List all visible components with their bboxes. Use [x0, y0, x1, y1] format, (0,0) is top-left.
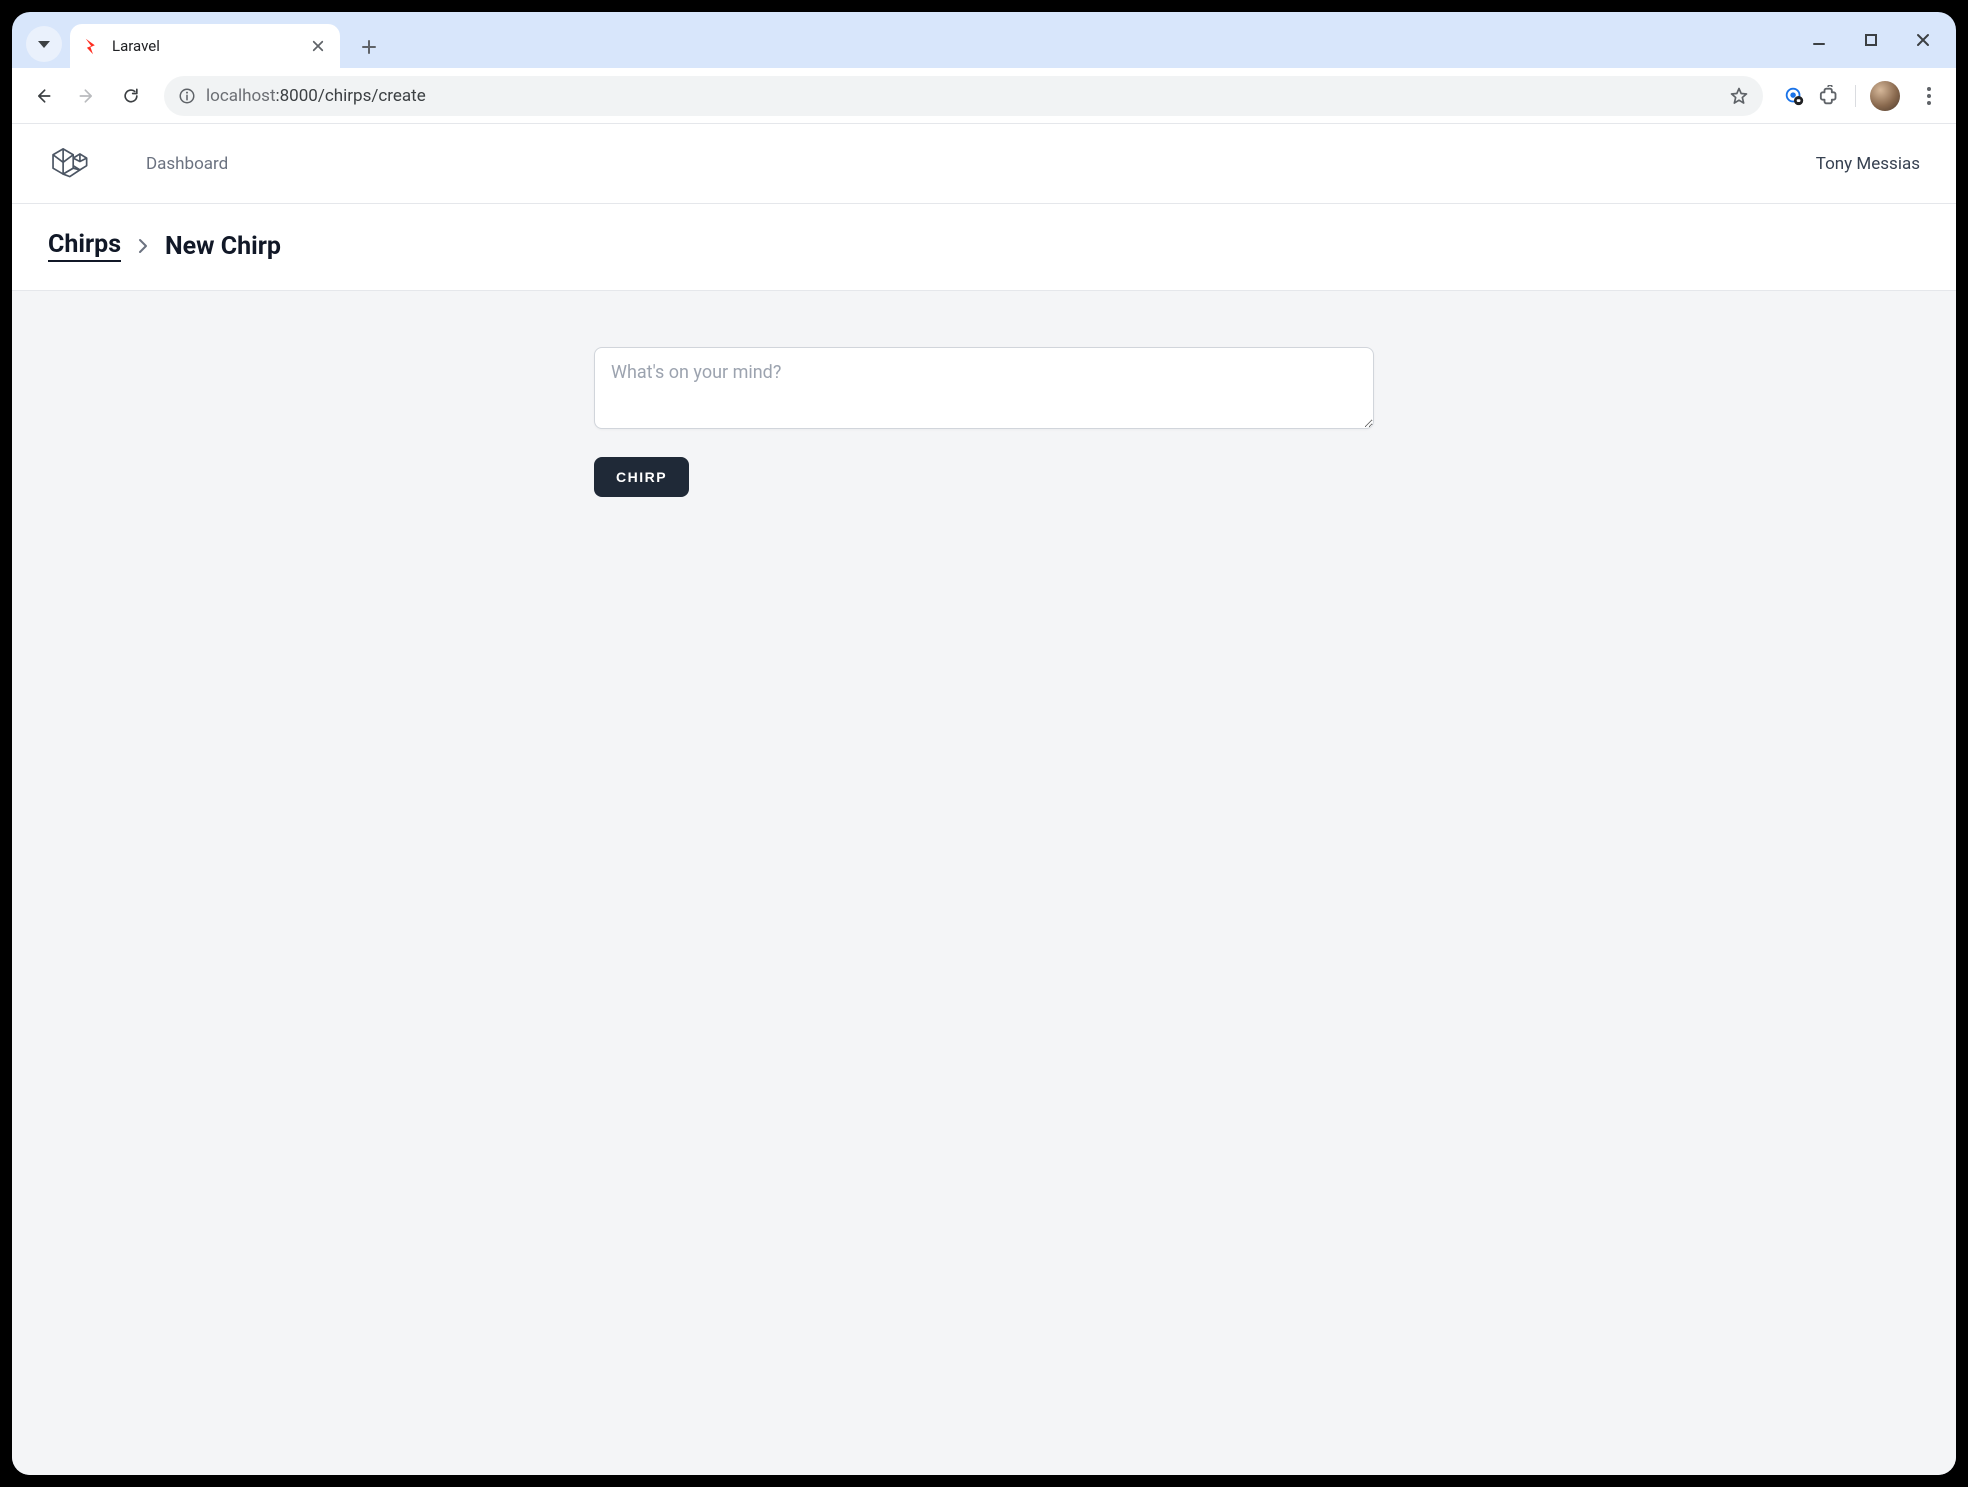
- arrow-left-icon: [33, 86, 53, 106]
- dot-icon: [1927, 94, 1931, 98]
- close-tab-button[interactable]: [310, 38, 326, 54]
- star-icon: [1729, 86, 1749, 106]
- chevron-down-icon: [38, 41, 50, 48]
- new-tab-button[interactable]: [354, 32, 384, 62]
- breadcrumb: Chirps New Chirp: [12, 204, 1956, 291]
- chirp-message-input[interactable]: [594, 347, 1374, 429]
- breadcrumb-root-link[interactable]: Chirps: [48, 230, 121, 262]
- tab-search-button[interactable]: [26, 26, 62, 62]
- site-info-icon[interactable]: [178, 87, 196, 105]
- chirp-form: Chirp: [594, 347, 1374, 497]
- extensions-menu-button[interactable]: [1819, 85, 1841, 107]
- form-container: Chirp: [12, 291, 1956, 553]
- url-text: localhost:8000/chirps/create: [206, 86, 426, 106]
- tabstrip: Laravel: [12, 12, 1956, 68]
- chirp-submit-button[interactable]: Chirp: [594, 457, 689, 497]
- close-icon: [312, 40, 324, 52]
- url-host: localhost: [206, 86, 276, 106]
- window-controls: [1804, 12, 1946, 68]
- page-content: Dashboard Tony Messias Chirps New Chirp …: [12, 124, 1956, 1475]
- arrow-right-icon: [77, 86, 97, 106]
- toolbar-divider: [1855, 85, 1856, 107]
- bookmark-button[interactable]: [1729, 86, 1749, 106]
- browser-tab[interactable]: Laravel: [70, 24, 340, 68]
- close-window-button[interactable]: [1908, 25, 1938, 55]
- maximize-button[interactable]: [1856, 25, 1886, 55]
- back-button[interactable]: [24, 77, 62, 115]
- nav-user-menu[interactable]: Tony Messias: [1816, 154, 1920, 174]
- maximize-icon: [1864, 33, 1878, 47]
- forward-button[interactable]: [68, 77, 106, 115]
- plus-icon: [362, 40, 376, 54]
- puzzle-icon: [1819, 85, 1841, 107]
- profile-avatar[interactable]: [1870, 81, 1900, 111]
- eye-lock-icon: [1783, 85, 1805, 107]
- laravel-logo-icon[interactable]: [48, 143, 90, 185]
- url-path: /chirps/create: [318, 86, 426, 106]
- dot-icon: [1927, 87, 1931, 91]
- app-navbar: Dashboard Tony Messias: [12, 124, 1956, 204]
- laravel-favicon-icon: [84, 37, 102, 55]
- url-port: :8000: [276, 86, 318, 106]
- minimize-icon: [1812, 33, 1826, 47]
- reload-button[interactable]: [112, 77, 150, 115]
- browser-menu-button[interactable]: [1914, 87, 1944, 105]
- close-icon: [1916, 33, 1930, 47]
- nav-dashboard-link[interactable]: Dashboard: [146, 154, 228, 174]
- browser-window: Laravel: [12, 12, 1956, 1475]
- extension-icons: [1783, 81, 1944, 111]
- extension-eye-button[interactable]: [1783, 85, 1805, 107]
- address-bar[interactable]: localhost:8000/chirps/create: [164, 76, 1763, 116]
- address-bar-row: localhost:8000/chirps/create: [12, 68, 1956, 124]
- chevron-right-icon: [135, 238, 151, 254]
- reload-icon: [121, 86, 141, 106]
- dot-icon: [1927, 101, 1931, 105]
- minimize-button[interactable]: [1804, 25, 1834, 55]
- breadcrumb-current: New Chirp: [165, 232, 281, 261]
- tab-title: Laravel: [112, 37, 300, 55]
